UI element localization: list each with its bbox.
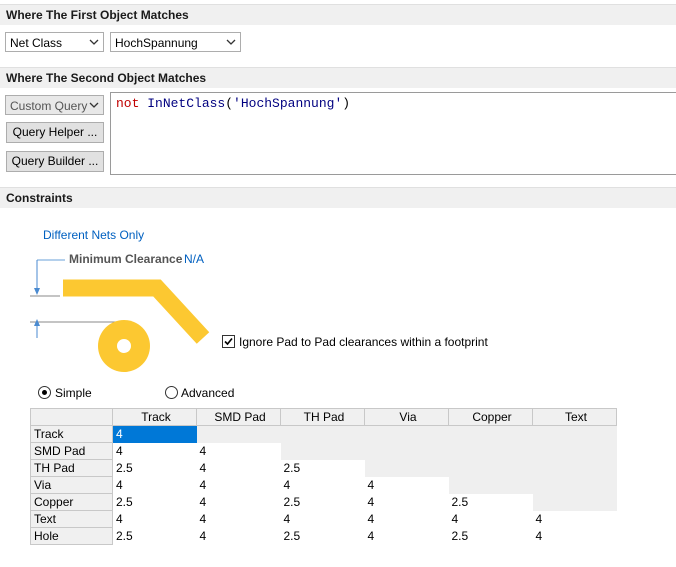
- constraints-header: Constraints: [0, 187, 676, 208]
- checkmark-icon: [224, 337, 233, 346]
- first-value-dropdown[interactable]: HochSpannung: [110, 32, 241, 52]
- grid-cell[interactable]: 4: [112, 476, 197, 494]
- query-editor[interactable]: not InNetClass('HochSpannung'): [110, 92, 676, 175]
- advanced-label: Advanced: [181, 386, 235, 400]
- clearance-grid: Track SMD Pad TH Pad Via Copper Text Tra…: [30, 408, 617, 545]
- grid-cell-empty: [364, 442, 449, 460]
- query-string: 'HochSpannung': [233, 96, 343, 111]
- grid-cell[interactable]: 2.5: [280, 459, 365, 477]
- grid-cell[interactable]: 4: [364, 476, 449, 494]
- first-object-title: Where The First Object Matches: [6, 8, 189, 22]
- second-type-value: Custom Query: [10, 99, 88, 113]
- grid-cell[interactable]: 4: [448, 510, 533, 528]
- grid-cell[interactable]: 4: [112, 425, 197, 443]
- grid-cell[interactable]: 4: [364, 493, 449, 511]
- grid-cell[interactable]: 4: [280, 510, 365, 528]
- grid-cell-empty: [280, 442, 365, 460]
- grid-row: TH Pad 2.5 4 2.5: [30, 459, 617, 477]
- corner-header: [30, 408, 113, 426]
- grid-row: Text 4 4 4 4 4 4: [30, 510, 617, 528]
- grid-cell-empty: [448, 442, 533, 460]
- pad-hole: [117, 339, 131, 353]
- grid-cell-empty: [196, 425, 281, 443]
- grid-cell[interactable]: 4: [532, 527, 617, 545]
- query-line: not InNetClass('HochSpannung'): [116, 96, 350, 111]
- grid-cell[interactable]: 2.5: [112, 527, 197, 545]
- constraints-title: Constraints: [6, 191, 73, 205]
- grid-cell-empty: [448, 425, 533, 443]
- column-header: TH Pad: [280, 408, 365, 426]
- grid-cell[interactable]: 4: [280, 476, 365, 494]
- ignore-pad-label: Ignore Pad to Pad clearances within a fo…: [239, 335, 488, 349]
- column-header: Text: [532, 408, 617, 426]
- query-open-paren: (: [225, 96, 234, 111]
- column-header: Track: [112, 408, 197, 426]
- second-object-title: Where The Second Object Matches: [6, 71, 207, 85]
- grid-cell-empty: [532, 442, 617, 460]
- chevron-down-icon: [226, 39, 236, 45]
- grid-row: SMD Pad 4 4: [30, 442, 617, 460]
- column-header: SMD Pad: [196, 408, 281, 426]
- first-type-dropdown[interactable]: Net Class: [5, 32, 104, 52]
- grid-cell-empty: [448, 459, 533, 477]
- first-value-text: HochSpannung: [115, 36, 198, 50]
- grid-cell[interactable]: 4: [364, 510, 449, 528]
- clearance-diagram: [30, 259, 210, 372]
- grid-cell-empty: [448, 476, 533, 494]
- grid-cell-empty: [532, 459, 617, 477]
- column-header: Via: [364, 408, 449, 426]
- grid-cell[interactable]: 4: [196, 527, 281, 545]
- second-type-dropdown[interactable]: Custom Query: [5, 95, 104, 115]
- first-type-value: Net Class: [10, 36, 63, 50]
- grid-cell[interactable]: 4: [196, 476, 281, 494]
- grid-cell[interactable]: 4: [532, 510, 617, 528]
- radio-dot: [42, 390, 47, 395]
- grid-cell-empty: [532, 476, 617, 494]
- grid-row: Copper 2.5 4 2.5 4 2.5: [30, 493, 617, 511]
- row-header: Text: [30, 510, 113, 528]
- grid-cell[interactable]: 2.5: [448, 527, 533, 545]
- grid-cell[interactable]: 4: [196, 510, 281, 528]
- row-header: Copper: [30, 493, 113, 511]
- grid-row: Hole 2.5 4 2.5 4 2.5 4: [30, 527, 617, 545]
- column-header: Copper: [448, 408, 533, 426]
- grid-cell[interactable]: 4: [196, 459, 281, 477]
- query-helper-button[interactable]: Query Helper ...: [6, 122, 104, 143]
- grid-cell[interactable]: 2.5: [280, 493, 365, 511]
- grid-cell[interactable]: 2.5: [112, 459, 197, 477]
- grid-cell[interactable]: 2.5: [280, 527, 365, 545]
- simple-label: Simple: [55, 386, 92, 400]
- grid-cell[interactable]: 4: [364, 527, 449, 545]
- grid-row: Via 4 4 4 4: [30, 476, 617, 494]
- query-close-paren: ): [342, 96, 351, 111]
- grid-cell[interactable]: 4: [112, 442, 197, 460]
- grid-cell[interactable]: 4: [196, 493, 281, 511]
- grid-cell[interactable]: 4: [196, 442, 281, 460]
- second-object-header: Where The Second Object Matches: [0, 67, 676, 88]
- grid-cell[interactable]: 4: [112, 510, 197, 528]
- query-builder-button[interactable]: Query Builder ...: [6, 151, 104, 172]
- grid-cell-empty: [532, 425, 617, 443]
- first-object-header: Where The First Object Matches: [0, 4, 676, 25]
- grid-cell[interactable]: 2.5: [112, 493, 197, 511]
- row-header: Track: [30, 425, 113, 443]
- grid-row: Track 4: [30, 425, 617, 443]
- different-nets-label: Different Nets Only: [43, 228, 145, 242]
- row-header: TH Pad: [30, 459, 113, 477]
- row-header: Hole: [30, 527, 113, 545]
- chevron-down-icon: [89, 102, 99, 108]
- query-function: InNetClass: [147, 96, 226, 111]
- grid-cell-empty: [364, 425, 449, 443]
- advanced-radio[interactable]: [165, 386, 178, 399]
- grid-cell[interactable]: 2.5: [448, 493, 533, 511]
- ignore-pad-checkbox[interactable]: [222, 335, 235, 348]
- row-header: SMD Pad: [30, 442, 113, 460]
- grid-cell-empty: [280, 425, 365, 443]
- grid-cell-empty: [532, 493, 617, 511]
- grid-cell-empty: [364, 459, 449, 477]
- row-header: Via: [30, 476, 113, 494]
- simple-radio[interactable]: [38, 386, 51, 399]
- chevron-down-icon: [89, 39, 99, 45]
- query-keyword: not: [116, 96, 140, 111]
